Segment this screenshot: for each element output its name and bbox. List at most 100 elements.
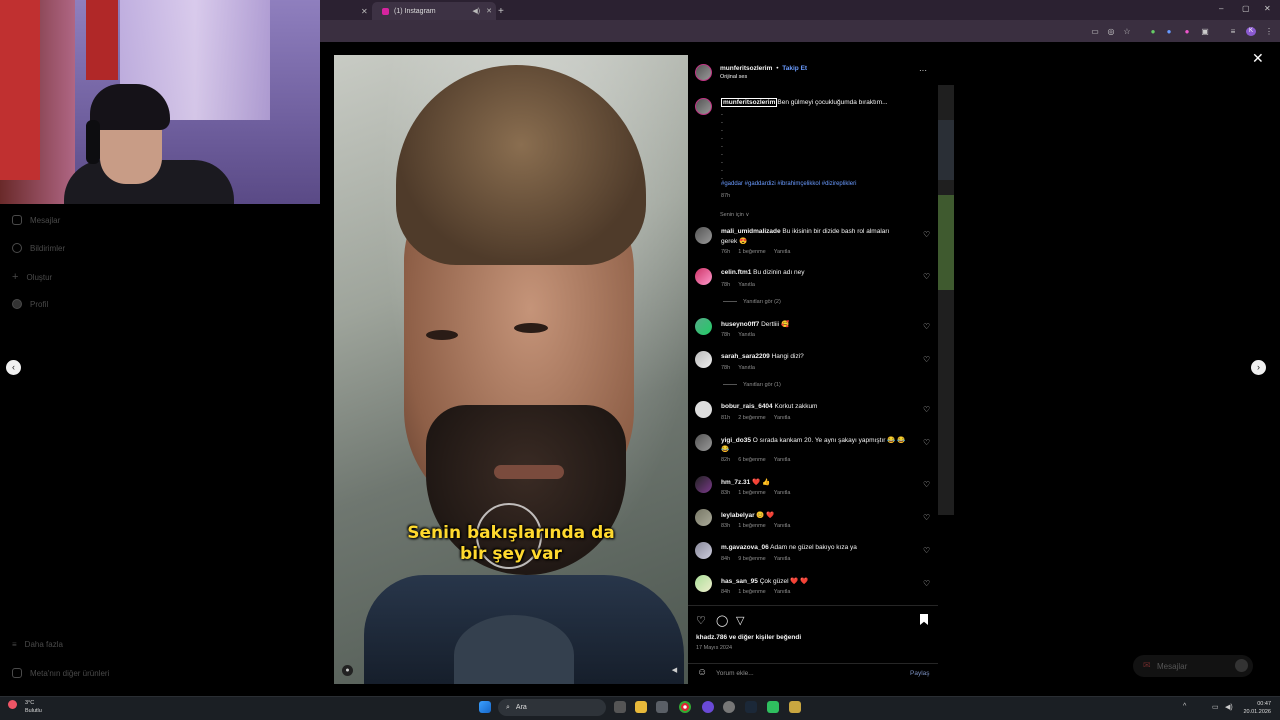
green-app-icon[interactable]: [767, 701, 779, 713]
reply-button[interactable]: Yanıtla: [774, 415, 791, 421]
tray-chevron-up-icon[interactable]: ^: [1183, 703, 1186, 710]
comment-likes[interactable]: 1 beğenme: [738, 490, 766, 496]
nav-profile[interactable]: Profil: [12, 299, 48, 309]
comment-username[interactable]: hm_7z.31: [721, 479, 750, 486]
nav-meta-products[interactable]: Meta'nın diğer ürünleri: [12, 668, 109, 678]
commenter-avatar[interactable]: [695, 542, 712, 559]
comment-username[interactable]: sarah_sara2209: [721, 353, 770, 360]
follow-button[interactable]: Takip Et: [782, 65, 807, 72]
tagged-user-icon[interactable]: ●: [342, 665, 353, 676]
comment-username[interactable]: bobur_rais_6404: [721, 403, 773, 410]
previous-post-button[interactable]: ‹: [6, 360, 21, 375]
comment-username[interactable]: has_san_95: [721, 578, 758, 585]
like-comment-heart-icon[interactable]: ♡: [923, 579, 930, 588]
cast-icon[interactable]: ▭: [1090, 27, 1100, 36]
comment-username[interactable]: celin.ftm1: [721, 269, 751, 276]
close-tab-icon[interactable]: ✕: [361, 2, 368, 20]
like-comment-heart-icon[interactable]: ♡: [923, 355, 930, 364]
tab-instagram[interactable]: (1) Instagram ◀) ✕: [372, 2, 496, 20]
comment-username[interactable]: m.gavazova_06: [721, 544, 769, 551]
comment-username[interactable]: yigi_do35: [721, 437, 751, 444]
extensions-puzzle-icon[interactable]: ▣: [1200, 27, 1210, 36]
like-comment-heart-icon[interactable]: ♡: [923, 480, 930, 489]
reply-button[interactable]: Yanıtla: [774, 523, 791, 529]
new-tab-button[interactable]: +: [498, 2, 504, 20]
nav-notifications[interactable]: Bildirimler: [12, 243, 65, 253]
author-avatar[interactable]: [695, 64, 712, 81]
likes-summary[interactable]: khadz.786 ve diğer kişiler beğendi: [696, 634, 801, 641]
reply-button[interactable]: Yanıtla: [774, 457, 791, 463]
comment-likes[interactable]: 1 beğenme: [738, 523, 766, 529]
reply-button[interactable]: Yanıtla: [774, 589, 791, 595]
taskbar-search[interactable]: ⌕ Ara: [498, 699, 606, 716]
nav-create[interactable]: + Oluştur: [12, 271, 52, 283]
emoji-icon[interactable]: ☺: [697, 667, 707, 678]
maximize-button[interactable]: ▢: [1242, 4, 1250, 13]
like-comment-heart-icon[interactable]: ♡: [923, 322, 930, 331]
comment-username[interactable]: huseyno0ff7: [721, 321, 759, 328]
reply-button[interactable]: Yanıtla: [774, 556, 791, 562]
bookmark-icon[interactable]: [920, 614, 928, 625]
minimize-button[interactable]: –: [1219, 4, 1223, 13]
commenter-avatar[interactable]: [695, 575, 712, 592]
commenter-avatar[interactable]: [695, 476, 712, 493]
star-icon[interactable]: ☆: [1122, 27, 1132, 36]
comment-likes[interactable]: 1 beğenme: [738, 249, 766, 255]
windows-start-icon[interactable]: [479, 701, 491, 713]
share-send-icon[interactable]: ▽: [736, 614, 744, 627]
like-comment-heart-icon[interactable]: ♡: [923, 438, 930, 447]
task-view-icon[interactable]: [614, 701, 626, 713]
comment-username[interactable]: mali_umidmalizade: [721, 228, 781, 235]
profile-avatar-icon[interactable]: K: [1246, 27, 1256, 36]
close-window-button[interactable]: ✕: [1264, 4, 1271, 13]
comment-likes[interactable]: 6 beğenme: [738, 457, 766, 463]
discord-icon[interactable]: [702, 701, 714, 713]
like-comment-heart-icon[interactable]: ♡: [923, 546, 930, 555]
extension-icon[interactable]: ●: [1164, 27, 1174, 36]
caption-hashtags[interactable]: #gaddar #gaddardizi #ibrahimçelikkol #di…: [721, 181, 856, 187]
close-tab-icon[interactable]: ✕: [486, 7, 492, 15]
commenter-avatar[interactable]: [695, 401, 712, 418]
like-comment-heart-icon[interactable]: ♡: [923, 272, 930, 281]
caption-username[interactable]: munferitsozlerim: [721, 98, 778, 107]
view-replies-button[interactable]: Yanıtları gör (2): [723, 299, 781, 305]
comment-likes[interactable]: 1 beğenme: [738, 589, 766, 595]
app-icon[interactable]: [789, 701, 801, 713]
commenter-avatar[interactable]: [695, 434, 712, 451]
extension-icon[interactable]: ●: [1148, 27, 1158, 36]
chrome-icon[interactable]: [679, 701, 691, 713]
author-username[interactable]: munferitsozlerim: [720, 65, 772, 72]
file-explorer-icon[interactable]: [635, 701, 647, 713]
share-comment-button[interactable]: Paylaş: [910, 670, 930, 677]
commenter-avatar[interactable]: [695, 268, 712, 285]
commenter-avatar[interactable]: [695, 318, 712, 335]
reel-video[interactable]: Senin bakışlarında da bir şey var ● ◀: [334, 55, 688, 684]
comment-input[interactable]: Yorum ekle...: [716, 670, 754, 677]
menu-lines-icon[interactable]: ≡: [1228, 27, 1238, 36]
weather-widget[interactable]: 3°C Bulutlu: [8, 699, 42, 715]
extension-icon[interactable]: ●: [1182, 27, 1192, 36]
nav-more[interactable]: ≡ Daha fazla: [12, 640, 63, 649]
commenter-avatar[interactable]: [695, 227, 712, 244]
view-replies-button[interactable]: Yanıtları gör (1): [723, 382, 781, 388]
like-heart-icon[interactable]: ♡: [696, 614, 706, 627]
commenter-avatar[interactable]: [695, 351, 712, 368]
audio-toggle-icon[interactable]: ◀: [669, 665, 680, 676]
store-icon[interactable]: [656, 701, 668, 713]
comment-likes[interactable]: 9 beğenme: [738, 556, 766, 562]
more-options-icon[interactable]: ···: [919, 66, 927, 75]
reply-button[interactable]: Yanıtla: [738, 365, 755, 371]
reply-button[interactable]: Yanıtla: [774, 249, 791, 255]
next-post-button[interactable]: ›: [1251, 360, 1266, 375]
reply-button[interactable]: Yanıtla: [774, 490, 791, 496]
reply-button[interactable]: Yanıtla: [738, 332, 755, 338]
volume-icon[interactable]: ◀): [1225, 703, 1233, 711]
display-icon[interactable]: ▭: [1212, 703, 1219, 711]
commenter-avatar[interactable]: [695, 509, 712, 526]
more-vertical-icon[interactable]: ⋮: [1264, 27, 1274, 36]
comment-username[interactable]: leylabelyar: [721, 512, 755, 519]
caption-author-avatar[interactable]: [695, 98, 712, 115]
comment-bubble-icon[interactable]: ◯: [716, 614, 728, 627]
audio-label[interactable]: Orijinal ses: [720, 74, 747, 80]
like-comment-heart-icon[interactable]: ♡: [923, 513, 930, 522]
